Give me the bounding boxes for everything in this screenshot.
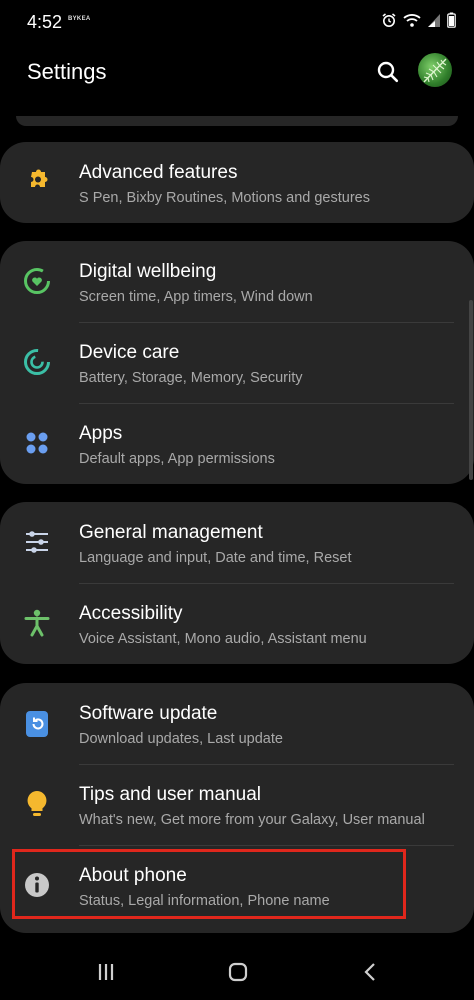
settings-item-subtitle: What's new, Get more from your Galaxy, U…	[79, 812, 425, 828]
settings-item-general-management[interactable]: General management Language and input, D…	[0, 502, 474, 583]
settings-item-title: Tips and user manual	[79, 784, 262, 805]
puzzle-gear-icon	[31, 169, 48, 187]
settings-item-advanced-features[interactable]: Advanced features S Pen, Bixby Routines,…	[0, 142, 474, 223]
settings-item-subtitle: S Pen, Bixby Routines, Motions and gestu…	[79, 190, 370, 206]
status-bar: 4:52 BYKEA	[0, 0, 474, 46]
settings-item-subtitle: Language and input, Date and time, Reset	[79, 550, 352, 566]
fern-leaf-icon	[423, 58, 447, 83]
signal-icon	[427, 12, 441, 28]
back-button[interactable]	[358, 960, 382, 984]
settings-item-title: Advanced features	[79, 162, 238, 183]
home-icon	[228, 962, 248, 982]
settings-card-advanced: Advanced features S Pen, Bixby Routines,…	[0, 142, 474, 223]
settings-card-wellbeing: Digital wellbeing Screen time, App timer…	[0, 241, 474, 484]
settings-item-subtitle: Default apps, App permissions	[79, 451, 275, 467]
recent-apps-button[interactable]	[94, 960, 118, 984]
recent-apps-icon	[98, 964, 114, 980]
settings-item-subtitle: Voice Assistant, Mono audio, Assistant m…	[79, 631, 367, 647]
device-care-icon	[24, 349, 50, 375]
scrollbar[interactable]	[469, 300, 473, 480]
settings-item-software-update[interactable]: Software update Download updates, Last u…	[0, 683, 474, 764]
accessibility-icon	[24, 609, 50, 637]
avatar[interactable]	[418, 53, 452, 87]
status-time: 4:52	[27, 12, 63, 32]
lightbulb-icon	[27, 791, 47, 816]
settings-item-title: Software update	[79, 703, 218, 724]
settings-item-title: Digital wellbeing	[79, 261, 217, 282]
highlight-box	[12, 849, 406, 919]
settings-item-title: General management	[79, 522, 263, 543]
search-icon	[377, 61, 399, 83]
settings-item-subtitle: Screen time, App timers, Wind down	[79, 289, 313, 305]
settings-item-accessibility[interactable]: Accessibility Voice Assistant, Mono audi…	[0, 583, 474, 664]
previous-card-edge	[16, 116, 458, 126]
search-button[interactable]	[374, 58, 402, 86]
settings-item-subtitle: Download updates, Last update	[79, 731, 283, 747]
apps-grid-icon	[26, 432, 48, 454]
settings-item-digital-wellbeing[interactable]: Digital wellbeing Screen time, App timer…	[0, 241, 474, 322]
status-icons	[381, 12, 456, 28]
home-button[interactable]	[226, 960, 250, 984]
wifi-icon	[403, 12, 421, 28]
settings-item-title: Apps	[79, 423, 123, 444]
battery-icon	[447, 12, 456, 28]
settings-card-management: General management Language and input, D…	[0, 502, 474, 664]
settings-item-title: Accessibility	[79, 603, 183, 624]
settings-item-apps[interactable]: Apps Default apps, App permissions	[0, 403, 474, 484]
settings-item-tips-user-manual[interactable]: Tips and user manual What's new, Get mor…	[0, 764, 474, 845]
wellbeing-icon	[24, 268, 50, 294]
page-title: Settings	[27, 59, 107, 84]
back-icon	[364, 963, 375, 981]
header: Settings	[0, 46, 474, 106]
settings-item-device-care[interactable]: Device care Battery, Storage, Memory, Se…	[0, 322, 474, 403]
settings-item-title: Device care	[79, 342, 180, 363]
software-update-icon	[26, 711, 48, 737]
status-carrier-label: BYKEA	[68, 16, 91, 22]
settings-item-subtitle: Battery, Storage, Memory, Security	[79, 370, 303, 386]
navigation-bar	[0, 944, 474, 1000]
sliders-icon	[26, 531, 48, 553]
alarm-icon	[381, 12, 397, 28]
